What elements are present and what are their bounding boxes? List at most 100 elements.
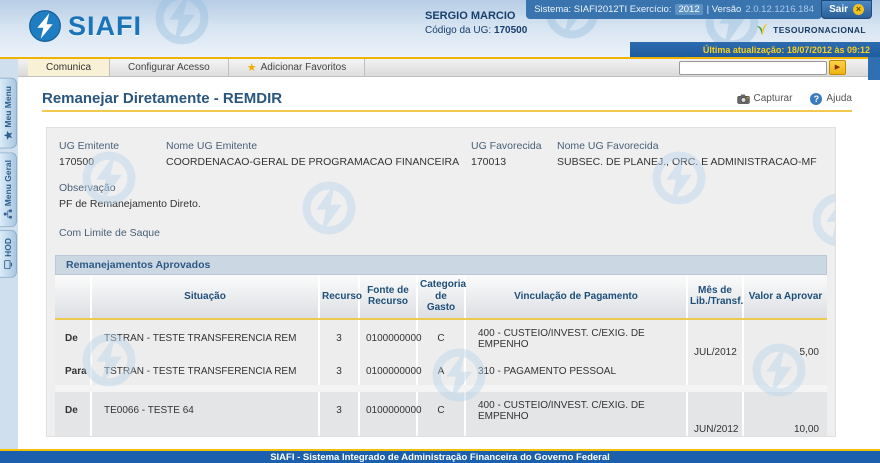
cell-para: Para — [55, 429, 91, 436]
col-recurso: Recurso — [318, 275, 362, 320]
siafi-watermark — [150, 0, 214, 50]
cell-situacao: TA0000 - SITUACAO PARA TESTES AUTOMATIZA… — [90, 429, 319, 436]
tab-configurar-acesso[interactable]: Configurar Acesso — [110, 59, 229, 76]
user-ug: Código da UG: 170500 — [425, 25, 527, 36]
cell-de: De — [55, 318, 91, 358]
app-header: SIAFI SERGIO MARCIO Código da UG: 170500… — [0, 0, 880, 57]
ug-fields-row: UG Emitente 170500 Nome UG Emitente COOR… — [55, 140, 827, 168]
field-label: Nome UG Emitente — [166, 140, 258, 152]
page-title: Remanejar Diretamente - REMDIR — [42, 90, 283, 107]
siafi-logo-icon — [29, 10, 61, 42]
sidebar-tabs: Meu Menu Menu Geral HOD — [0, 78, 18, 278]
capturar-label: Capturar — [753, 93, 793, 104]
tesouro-nacional-text: TESOURONACIONAL — [773, 25, 866, 35]
tab-comunica[interactable]: Comunica — [28, 59, 111, 76]
search-input[interactable] — [679, 60, 827, 75]
col-situacao: Situação — [90, 275, 319, 320]
remanejamentos-table: Situação Recurso Fonte de Recurso Catego… — [55, 275, 827, 436]
cell-valor: 10,00 — [742, 391, 827, 436]
tab-label: Configurar Acesso — [128, 62, 210, 73]
col-fonte-recurso: Fonte de Recurso — [358, 275, 417, 320]
cell-situacao: TSTRAN - TESTE TRANSFERENCIA REM — [90, 357, 319, 385]
close-icon: × — [853, 4, 864, 15]
main-content: Remanejar Diretamente - REMDIR Capturar … — [18, 80, 880, 449]
field-label: Nome UG Favorecida — [557, 140, 659, 152]
cell-situacao: TSTRAN - TESTE TRANSFERENCIA REM — [90, 318, 319, 358]
sidebar-item-label: Meu Menu — [3, 86, 13, 128]
field-observacao: Observação PF de Remanejamento Direto. — [55, 182, 827, 210]
tesouro-nacional-logo: TESOURONACIONAL — [754, 22, 866, 38]
table-row-de: De TSTRAN - TESTE TRANSFERENCIA REM 3 01… — [55, 318, 827, 385]
tab-label: Adicionar Favoritos — [260, 62, 347, 73]
table-row-de: De TE0066 - TESTE 64 3 0100000000 C 400 … — [55, 391, 827, 436]
cell-vinculacao: 417 - CUSTEIO/INVESTIMENTO - PAC — [464, 429, 687, 436]
field-value: PF de Remanejamento Direto. — [59, 198, 201, 210]
group-spacer — [55, 384, 827, 392]
tesouro-nacional-icon — [756, 23, 768, 35]
versao-label: | Versão — [706, 4, 742, 15]
sidebar-item-meu-menu[interactable]: Meu Menu — [0, 78, 17, 149]
cell-recurso: 3 — [318, 318, 359, 358]
cell-para: Para — [55, 357, 91, 385]
form-panel: UG Emitente 170500 Nome UG Emitente COOR… — [46, 127, 836, 437]
user-name: SERGIO MARCIO — [425, 10, 516, 22]
cell-recurso: 3 — [318, 357, 359, 385]
title-tools: Capturar ? Ajuda — [736, 92, 852, 105]
field-ug-emitente: UG Emitente 170500 — [59, 140, 166, 168]
sidebar-item-menu-geral[interactable]: Menu Geral — [0, 151, 17, 227]
siafi-logo: SIAFI — [28, 9, 142, 43]
cell-vinculacao: 400 - CUSTEIO/INVEST. C/EXIG. DE EMPENHO — [464, 391, 687, 430]
sitemap-icon — [3, 209, 13, 220]
title-divider — [42, 110, 852, 112]
cell-categoria: A — [416, 357, 465, 385]
col-empty — [55, 275, 91, 320]
header-edge-decoration — [868, 57, 880, 80]
col-vinculacao: Vinculação de Pagamento — [464, 275, 687, 320]
cell-categoria: C — [416, 391, 465, 430]
field-value: 170013 — [471, 156, 507, 168]
sair-label: Sair — [829, 4, 848, 15]
search-area: ▶ — [679, 60, 846, 75]
sidebar-item-label: Menu Geral — [3, 159, 13, 206]
field-ug-favorecida: UG Favorecida 170013 — [471, 140, 557, 168]
version-number: 2.0.12.1216.184 — [745, 4, 814, 15]
com-limite-de-saque-label: Com Limite de Saque — [59, 227, 160, 239]
sair-button[interactable]: Sair × — [821, 0, 872, 19]
app-footer: SIAFI - Sistema Integrado de Administraç… — [0, 449, 880, 463]
monitor-icon — [3, 260, 13, 271]
cell-fonte: 0100000000 — [358, 357, 422, 385]
sidebar-item-hod[interactable]: HOD — [0, 229, 17, 278]
cell-fonte: 0100000000 — [358, 429, 417, 436]
last-update-bar: Última atualização: 18/07/2012 às 09:12 — [630, 42, 880, 57]
field-label: UG Favorecida — [471, 140, 542, 152]
cell-vinculacao: 310 - PAGAMENTO PESSOAL — [464, 357, 687, 385]
tab-adicionar-favoritos[interactable]: ★ Adicionar Favoritos — [228, 59, 366, 76]
system-label: Sistema: SIAFI2012TI Exercício: — [534, 4, 672, 15]
siafi-logo-text: SIAFI — [68, 10, 143, 41]
ug-label: Código da UG: — [425, 25, 492, 36]
cell-situacao: TE0066 - TESTE 64 — [90, 391, 319, 430]
col-valor-aprovar: Valor a Aprovar — [742, 275, 827, 320]
col-categoria-gasto: Categoria de Gasto — [416, 275, 466, 320]
search-go-button[interactable]: ▶ — [829, 60, 846, 75]
field-label: Observação — [59, 182, 116, 194]
ajuda-label: Ajuda — [826, 93, 852, 104]
ug-value: 170500 — [493, 25, 528, 36]
cell-recurso: 3 — [318, 429, 359, 436]
star-icon — [3, 131, 13, 141]
capturar-button[interactable]: Capturar — [736, 93, 793, 104]
cell-mes: JUL/2012 — [686, 318, 743, 385]
sidebar-item-label: HOD — [3, 237, 13, 257]
cell-categoria: C — [416, 318, 465, 358]
cell-recurso: 3 — [318, 391, 359, 430]
field-value: COORDENACAO-GERAL DE PROGRAMACAO FINANCE… — [166, 156, 460, 168]
camera-icon — [736, 93, 750, 104]
cell-de: De — [55, 391, 91, 430]
field-value: 170500 — [59, 156, 95, 168]
ajuda-button[interactable]: ? Ajuda — [810, 92, 852, 105]
cell-categoria: C — [416, 429, 465, 436]
exercicio-year: 2012 — [675, 4, 703, 15]
tabs: Comunica Configurar Acesso ★ Adicionar F… — [28, 59, 366, 76]
tab-label: Comunica — [46, 62, 92, 73]
cell-vinculacao: 400 - CUSTEIO/INVEST. C/EXIG. DE EMPENHO — [464, 318, 687, 358]
